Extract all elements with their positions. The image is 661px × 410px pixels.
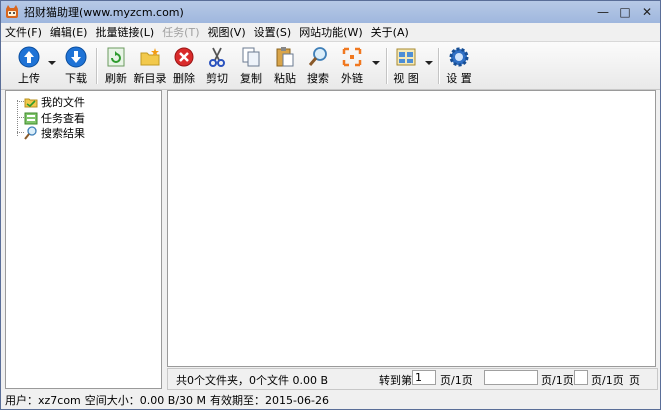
minimize-icon: — bbox=[597, 5, 609, 19]
upload-arrow-icon bbox=[18, 46, 40, 68]
toolbar-separator bbox=[96, 48, 98, 84]
external-link-dropdown-icon[interactable] bbox=[372, 61, 380, 65]
page-total-label: 页/1页 bbox=[440, 374, 473, 387]
menu-edit[interactable]: 编辑(E) bbox=[46, 24, 92, 40]
pagination-bar: 共0个文件夹，0个文件 0.00 B 转到第 页/1页 页/1页 页/1页 页 bbox=[167, 368, 658, 390]
menu-site-functions[interactable]: 网站功能(W) bbox=[295, 24, 366, 40]
search-label: 搜索 bbox=[307, 72, 329, 85]
menu-bar: 文件(F) 编辑(E) 批量链接(L) 任务(T) 视图(V) 设置(S) 网站… bbox=[1, 23, 660, 40]
tree-item-task-view[interactable]: 任务查看 bbox=[24, 110, 85, 125]
new-folder-icon bbox=[140, 48, 160, 66]
menu-batch-links[interactable]: 批量链接(L) bbox=[91, 24, 158, 40]
tertiary-page-input[interactable] bbox=[574, 370, 588, 385]
download-arrow-icon bbox=[65, 46, 87, 68]
delete-button[interactable]: 删除 bbox=[169, 46, 199, 88]
menu-about[interactable]: 关于(A) bbox=[367, 24, 413, 40]
page-number-input[interactable] bbox=[412, 370, 436, 385]
app-window: 招财猫助理(www.myzcm.com) — □ ✕ 文件(F) 编辑(E) 批… bbox=[0, 0, 661, 410]
folder-tree: 我的文件 任务查看 搜索结果 bbox=[5, 90, 162, 389]
view-button[interactable]: 视 图 bbox=[391, 46, 421, 88]
tree-connector bbox=[17, 132, 24, 133]
window-title: 招财猫助理(www.myzcm.com) bbox=[24, 6, 184, 19]
cut-button[interactable]: 剪切 bbox=[202, 46, 232, 88]
new-folder-label: 新目录 bbox=[133, 72, 167, 85]
copy-button[interactable]: 复制 bbox=[236, 46, 266, 88]
delete-icon bbox=[174, 47, 194, 67]
toolbar: 上传 下载 刷新 新目录 删除 剪切 复制 粘贴 搜索 外链 视 图 设 置 bbox=[1, 41, 660, 90]
refresh-icon bbox=[107, 47, 125, 67]
tree-item-label: 搜索结果 bbox=[41, 126, 85, 140]
maximize-button[interactable]: □ bbox=[614, 3, 636, 21]
view-label: 视 图 bbox=[393, 72, 419, 85]
tree-item-my-files[interactable]: 我的文件 bbox=[24, 94, 85, 109]
folder-icon bbox=[24, 98, 38, 107]
toolbar-separator bbox=[386, 48, 388, 84]
delete-label: 删除 bbox=[173, 72, 195, 85]
status-expiry: 有效期至：2015-06-26 bbox=[210, 393, 329, 407]
settings-button[interactable]: 设 置 bbox=[444, 46, 474, 88]
menu-tasks[interactable]: 任务(T) bbox=[158, 24, 203, 40]
secondary-page-input[interactable] bbox=[484, 370, 538, 385]
search-button[interactable]: 搜索 bbox=[303, 46, 333, 88]
status-user: 用户：xz7com bbox=[5, 393, 81, 407]
menu-settings[interactable]: 设置(S) bbox=[250, 24, 296, 40]
toolbar-separator bbox=[438, 48, 440, 84]
external-link-icon bbox=[342, 47, 362, 67]
menu-view[interactable]: 视图(V) bbox=[204, 24, 250, 40]
tree-connector bbox=[17, 100, 18, 136]
tree-connector bbox=[17, 101, 24, 102]
refresh-button[interactable]: 刷新 bbox=[101, 46, 131, 88]
upload-button[interactable]: 上传 bbox=[14, 46, 44, 88]
upload-label: 上传 bbox=[18, 72, 40, 85]
refresh-label: 刷新 bbox=[105, 72, 127, 85]
new-folder-button[interactable]: 新目录 bbox=[133, 46, 167, 88]
tree-connector bbox=[17, 117, 24, 118]
file-list-pane[interactable] bbox=[167, 90, 656, 367]
menu-file[interactable]: 文件(F) bbox=[1, 24, 46, 40]
paste-icon bbox=[276, 47, 294, 67]
copy-icon bbox=[242, 47, 260, 67]
download-label: 下载 bbox=[65, 72, 87, 85]
title-bar[interactable]: 招财猫助理(www.myzcm.com) — □ ✕ bbox=[1, 1, 660, 23]
close-icon: ✕ bbox=[641, 5, 653, 19]
search-icon bbox=[308, 47, 327, 66]
settings-label: 设 置 bbox=[446, 72, 472, 85]
page-total-label: 页/1页 bbox=[591, 374, 624, 387]
view-grid-icon bbox=[396, 48, 416, 66]
scissors-icon bbox=[209, 47, 225, 67]
maximize-icon: □ bbox=[619, 5, 631, 19]
task-icon bbox=[24, 112, 38, 124]
external-link-button[interactable]: 外链 bbox=[337, 46, 367, 88]
cat-logo-icon bbox=[6, 5, 18, 18]
goto-page-label: 转到第 bbox=[379, 374, 412, 387]
tree-item-search-results[interactable]: 搜索结果 bbox=[24, 125, 85, 140]
tree-item-label: 我的文件 bbox=[41, 95, 85, 109]
paste-label: 粘贴 bbox=[274, 72, 296, 85]
page-total-label: 页/1页 bbox=[541, 374, 574, 387]
status-space: 空间大小：0.00 B/30 M bbox=[84, 393, 207, 407]
file-count-summary: 共0个文件夹，0个文件 0.00 B bbox=[176, 374, 329, 387]
close-button[interactable]: ✕ bbox=[636, 3, 658, 21]
view-dropdown-icon[interactable] bbox=[425, 61, 433, 65]
status-bar: 用户：xz7com 空间大小：0.00 B/30 M 有效期至：2015-06-… bbox=[1, 390, 660, 409]
page-unit-label: 页 bbox=[629, 374, 640, 387]
tree-item-label: 任务查看 bbox=[41, 111, 85, 125]
gear-icon bbox=[449, 47, 469, 67]
upload-dropdown-icon[interactable] bbox=[48, 61, 56, 65]
minimize-button[interactable]: — bbox=[592, 3, 614, 21]
search-icon bbox=[24, 125, 37, 140]
download-button[interactable]: 下载 bbox=[61, 46, 91, 88]
cut-label: 剪切 bbox=[206, 72, 228, 85]
paste-button[interactable]: 粘贴 bbox=[270, 46, 300, 88]
copy-label: 复制 bbox=[240, 72, 262, 85]
external-link-label: 外链 bbox=[341, 72, 363, 85]
